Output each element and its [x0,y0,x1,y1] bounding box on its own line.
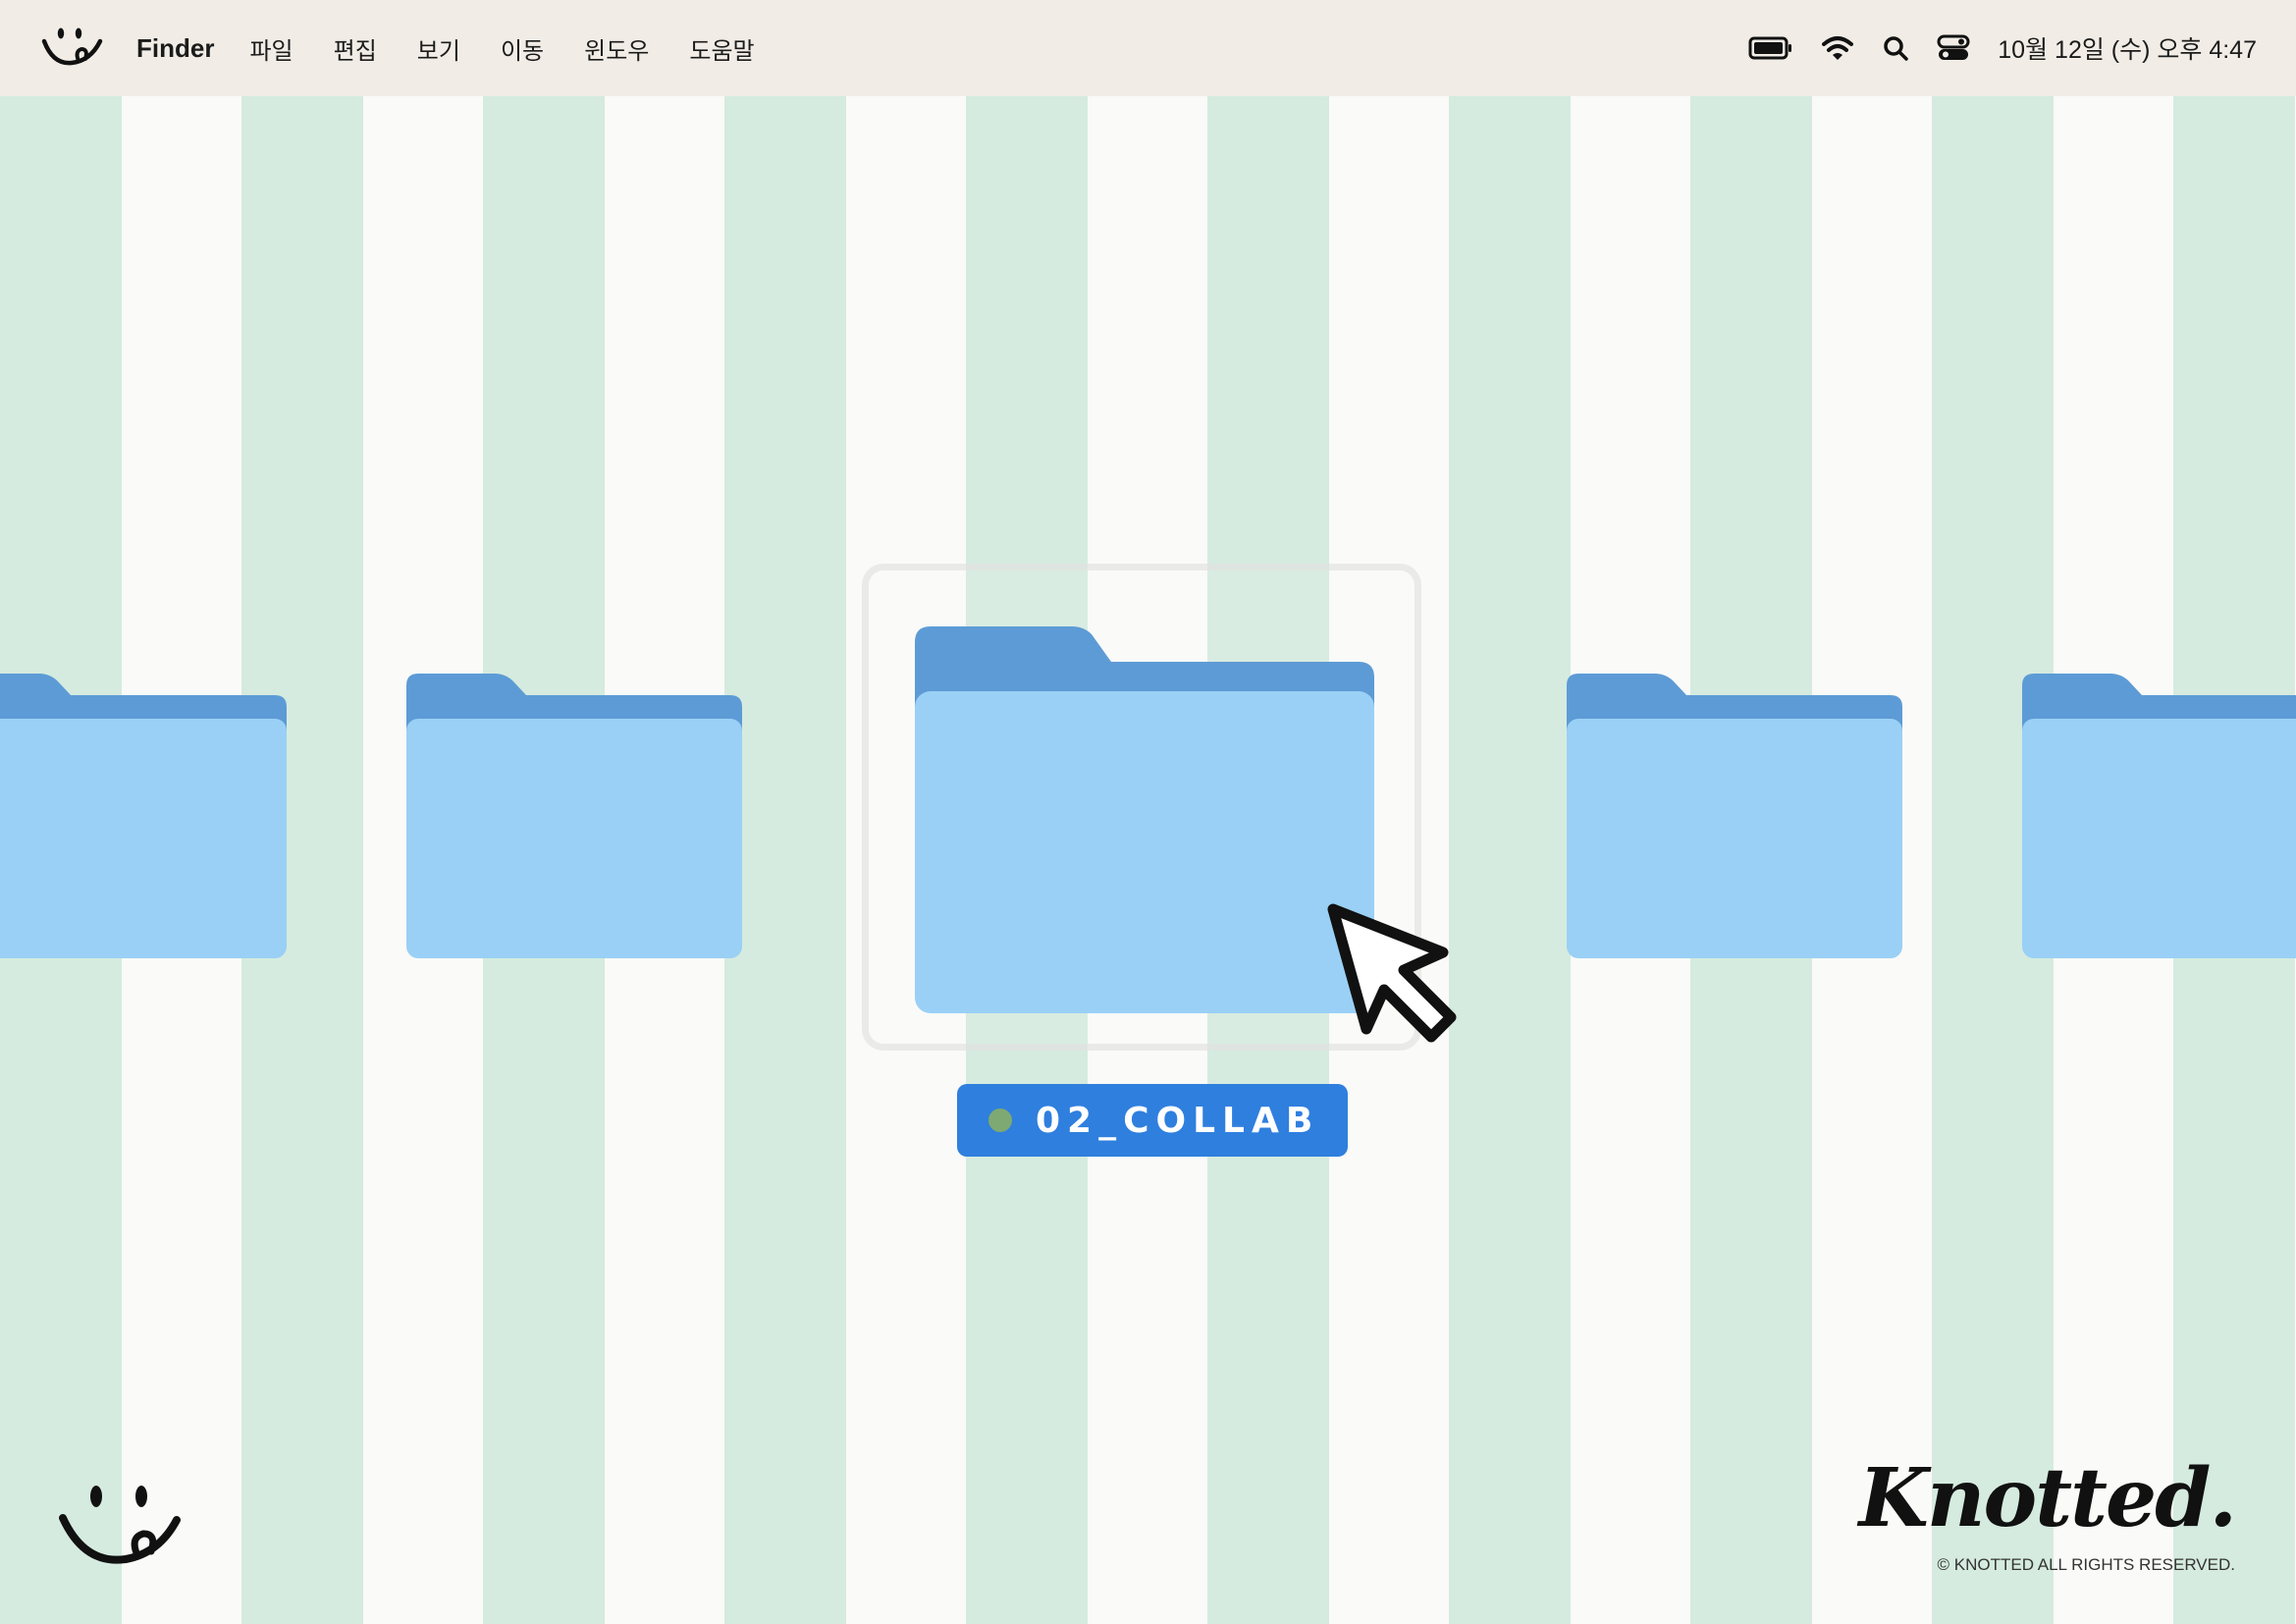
desktop: 02_COLLAB Knotted. © KNOTTED ALL RIGHTS … [0,96,2296,1624]
menu-clock[interactable]: 10월 12일 (수) 오후 4:47 [1998,30,2257,66]
menu-go[interactable]: 이동 [501,31,544,66]
menu-window[interactable]: 윈도우 [584,31,649,66]
control-center-icon[interactable] [1937,34,1970,62]
selected-folder-icon[interactable] [915,626,1374,1013]
folder-name-text: 02_COLLAB [1036,1100,1320,1141]
menu-view[interactable]: 보기 [417,31,460,66]
folder-icon[interactable] [0,674,287,958]
menu-bar: Finder 파일 편집 보기 이동 윈도우 도움말 10월 12일 (수) 오… [0,0,2296,96]
wifi-icon[interactable] [1821,34,1854,62]
smiley-logo-icon [57,1481,183,1569]
brand-wordmark: Knotted. [1858,1451,2237,1545]
menu-file[interactable]: 파일 [249,31,293,66]
menu-edit[interactable]: 편집 [334,31,377,66]
selected-folder-name-label[interactable]: 02_COLLAB [957,1084,1348,1157]
status-area: 10월 12일 (수) 오후 4:47 [1748,0,2257,96]
battery-icon[interactable] [1748,35,1793,61]
copyright-text: © KNOTTED ALL RIGHTS RESERVED. [1937,1555,2236,1574]
folder-icon[interactable] [1567,674,1902,958]
menu-help[interactable]: 도움말 [689,31,754,66]
tag-dot-icon [988,1109,1012,1132]
search-icon[interactable] [1882,34,1909,62]
smiley-logo-icon[interactable] [39,22,104,71]
menu-app-finder[interactable]: Finder [136,33,214,64]
folder-icon[interactable] [406,674,742,958]
folder-icon[interactable] [2022,674,2296,958]
menu-items: Finder 파일 편집 보기 이동 윈도우 도움말 [136,0,795,96]
